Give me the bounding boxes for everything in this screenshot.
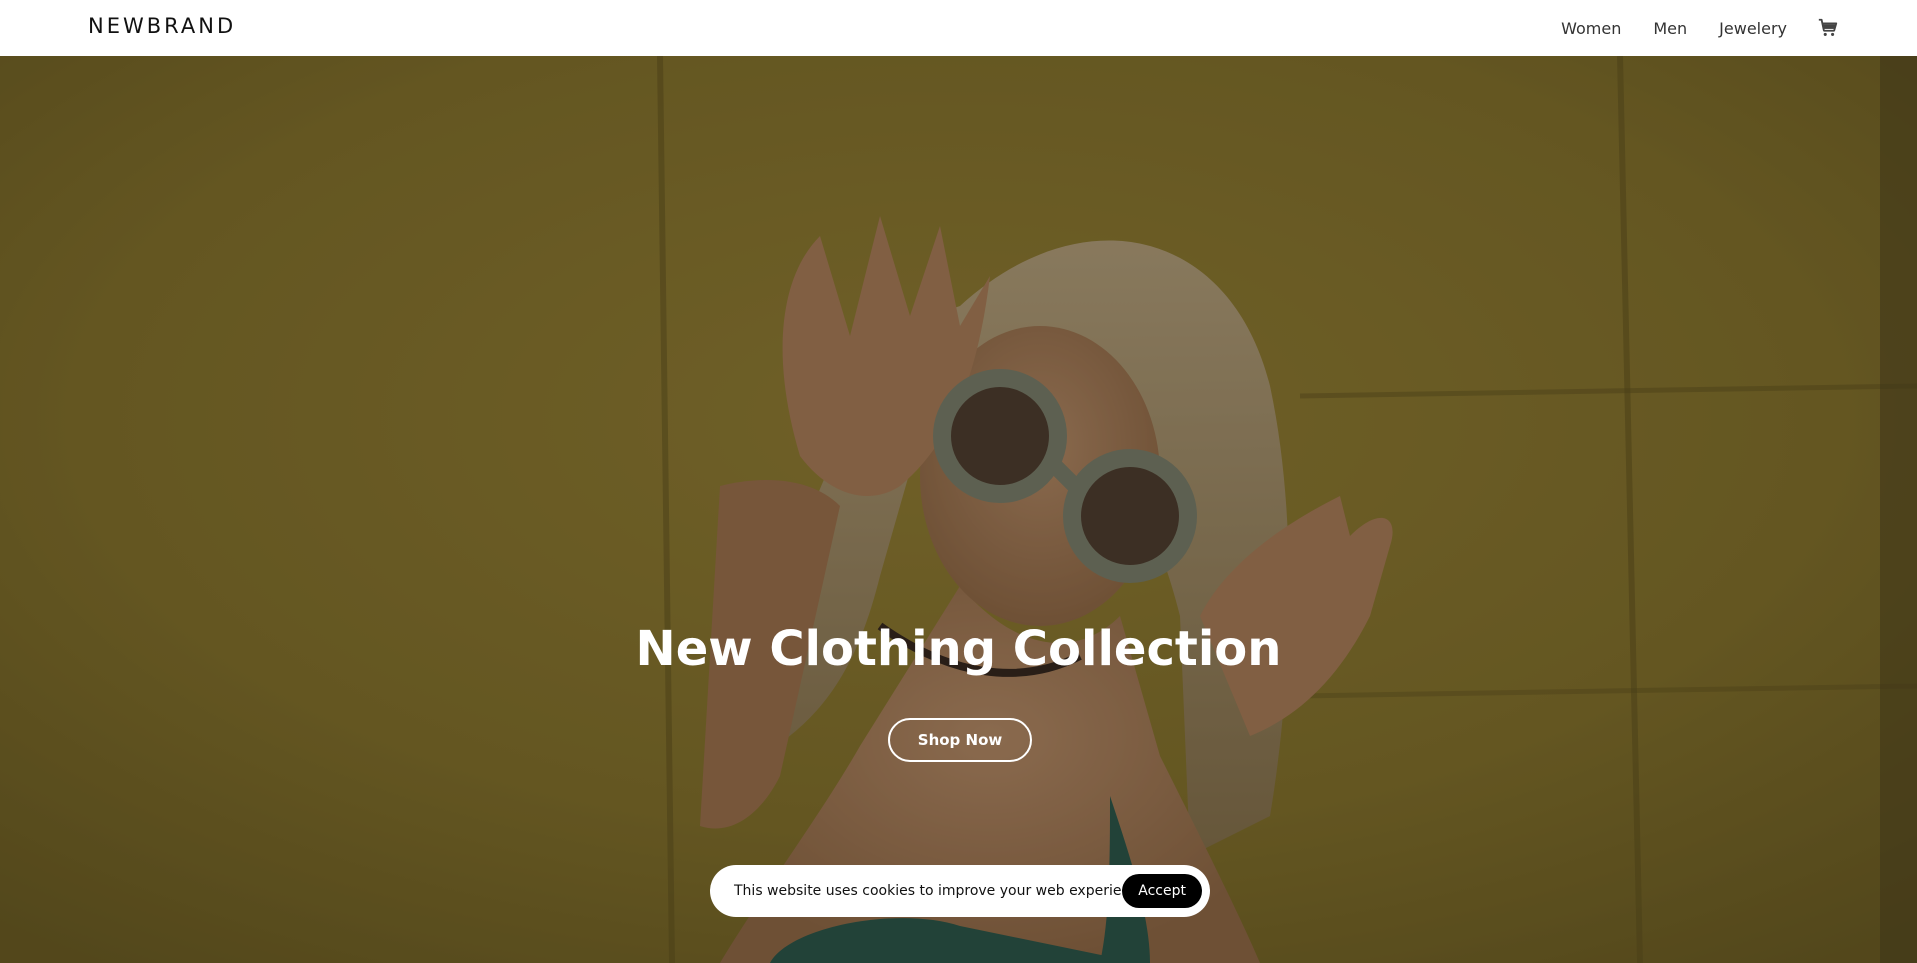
nav-link-jewelery[interactable]: Jewelery [1719,19,1787,38]
cookie-accept-button[interactable]: Accept [1122,874,1202,908]
nav-link-men[interactable]: Men [1653,19,1687,38]
site-header: NEWBRAND Women Men Jewelery [0,0,1917,56]
hero-dark-overlay [0,56,1917,963]
shop-now-button[interactable]: Shop Now [888,718,1032,762]
nav-link-women[interactable]: Women [1561,19,1621,38]
main-nav: Women Men Jewelery [1529,0,1787,56]
shopping-cart-icon[interactable] [1817,17,1839,39]
brand-logo[interactable]: NEWBRAND [88,14,236,38]
hero-section: New Clothing Collection Shop Now [0,56,1917,963]
hero-title: New Clothing Collection [635,621,1282,677]
cookie-message: This website uses cookies to improve you… [734,883,1152,899]
cookie-banner: This website uses cookies to improve you… [710,865,1210,917]
